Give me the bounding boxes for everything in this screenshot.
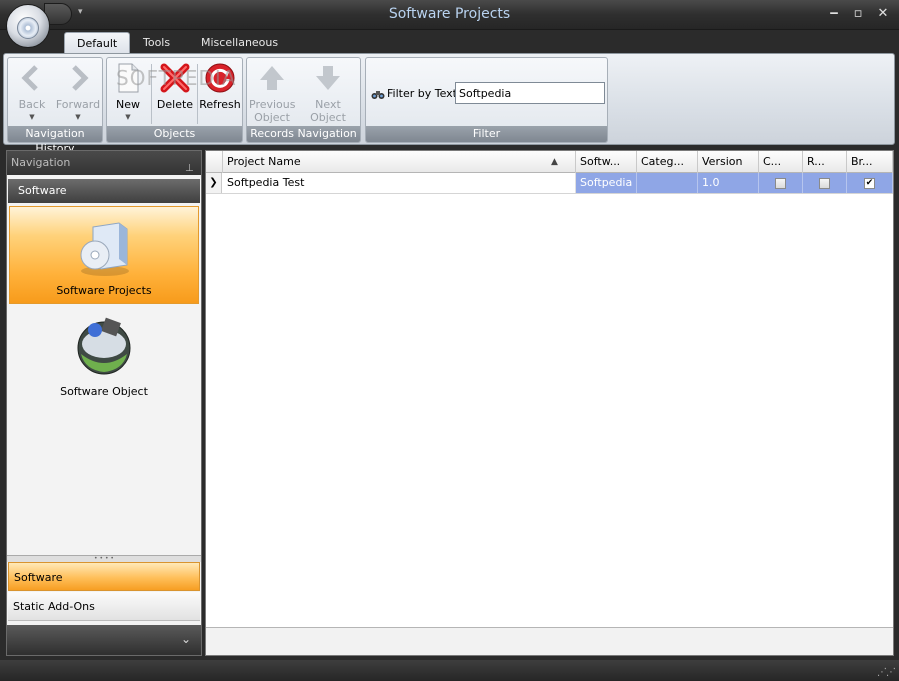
arrow-up-icon — [260, 66, 284, 90]
arrow-down-icon — [316, 66, 340, 90]
sort-ascending-icon: ▲ — [551, 157, 558, 167]
navigation-header-label: Navigation — [11, 156, 71, 169]
column-header-version[interactable]: Version — [698, 151, 759, 173]
application-menu-button[interactable] — [6, 4, 50, 48]
close-button[interactable]: ✕ — [874, 5, 892, 23]
group-filter: Filter by Text Filter — [365, 57, 608, 143]
group-caption: Navigation History — [8, 126, 102, 155]
pin-icon[interactable]: ⊥ — [185, 157, 195, 174]
cell-category[interactable] — [637, 173, 698, 193]
binoculars-icon — [371, 91, 385, 99]
data-grid: Project Name ▲ Softw... Categ... Version… — [205, 150, 894, 656]
column-header-software[interactable]: Softw... — [576, 151, 637, 173]
checkbox-r[interactable] — [819, 178, 830, 189]
delete-label: Delete — [156, 98, 194, 111]
dropdown-arrow-icon: ▼ — [75, 113, 81, 121]
nav-item-software-projects[interactable]: Software Projects — [9, 206, 199, 304]
refresh-label: Refresh — [199, 98, 241, 111]
dropdown-arrow-icon: ▼ — [29, 113, 35, 121]
chevron-down-icon[interactable]: ⌄ — [181, 632, 191, 646]
tab-miscellaneous[interactable]: Miscellaneous — [189, 32, 290, 54]
filter-text-input[interactable] — [455, 82, 605, 104]
window-title: Software Projects — [388, 6, 511, 22]
navigation-footer: ⌄ — [7, 625, 201, 655]
status-bar: ⋰⋰ — [0, 660, 899, 681]
cell-software[interactable]: Softpedia — [576, 173, 637, 193]
checkbox-br[interactable]: ✔ — [864, 178, 875, 189]
tab-tools[interactable]: Tools — [131, 32, 182, 54]
app-logo-icon — [17, 17, 39, 39]
column-header-project-name[interactable]: Project Name ▲ — [223, 151, 576, 173]
nav-bottom-group-static-add-ons[interactable]: Static Add-Ons — [8, 592, 200, 621]
nav-item-label: Software Projects — [56, 284, 152, 297]
current-row-icon: ❯ — [206, 173, 222, 193]
nav-bottom-group-software[interactable]: Software — [8, 562, 200, 591]
row-indicator-header — [206, 151, 223, 173]
ribbon: Back ▼ Forward ▼ Navigation History New … — [3, 53, 895, 155]
arrow-right-icon — [72, 65, 89, 91]
previous-object-button[interactable]: Previous Object — [249, 62, 296, 124]
maximize-button[interactable]: ▫ — [849, 5, 867, 23]
pane-splitter[interactable]: • • • • — [7, 555, 201, 562]
filter-label: Filter by Text — [387, 87, 457, 100]
group-caption: Objects — [107, 126, 242, 142]
resize-grip-icon[interactable]: ⋰⋰ — [877, 667, 896, 678]
grid-footer — [206, 627, 893, 655]
forward-button[interactable]: Forward ▼ — [54, 62, 102, 121]
minimize-button[interactable]: ‒ — [825, 5, 843, 23]
navigation-header: Navigation ⊥ — [7, 151, 201, 175]
back-button[interactable]: Back ▼ — [12, 62, 52, 121]
next-object-button[interactable]: Next Object — [297, 62, 359, 124]
arrow-left-icon — [21, 65, 38, 91]
column-header-category[interactable]: Categ... — [637, 151, 698, 173]
column-header-r[interactable]: R... — [803, 151, 847, 173]
group-caption: Filter — [366, 126, 607, 142]
software-box-icon — [80, 222, 129, 276]
forward-label: Forward — [55, 98, 101, 111]
dropdown-arrow-icon: ▼ — [125, 113, 131, 121]
cell-c[interactable] — [759, 173, 803, 193]
table-row[interactable]: ❯ Softpedia Test Softpedia 1.0 ✔ — [206, 173, 893, 194]
checkbox-c[interactable] — [775, 178, 786, 189]
cell-br[interactable]: ✔ — [847, 173, 893, 193]
new-label: New — [116, 98, 140, 111]
cell-r[interactable] — [803, 173, 847, 193]
column-header-br[interactable]: Br... — [847, 151, 893, 173]
nav-item-label: Software Object — [60, 385, 148, 398]
navigation-pane: Navigation ⊥ Software Software Projects … — [6, 150, 202, 656]
previous-label-line1: Previous — [249, 98, 296, 111]
watermark: SOFTPEDIA — [116, 66, 237, 90]
previous-label-line2: Object — [254, 111, 290, 124]
ribbon-tabs: Default Tools Miscellaneous — [0, 30, 899, 54]
group-caption: Records Navigation — [247, 126, 360, 142]
globe-object-icon — [77, 317, 131, 375]
group-navigation-history: Back ▼ Forward ▼ Navigation History — [7, 57, 103, 155]
column-header-c[interactable]: C... — [759, 151, 803, 173]
grid-header: Project Name ▲ Softw... Categ... Version… — [206, 151, 893, 173]
back-label: Back — [18, 98, 46, 111]
tab-default[interactable]: Default — [64, 32, 131, 54]
cell-project-name[interactable]: Softpedia Test — [223, 173, 576, 193]
nav-group-software[interactable]: Software — [8, 179, 200, 203]
column-header-label: Project Name — [227, 155, 301, 168]
next-object-label: Next Object — [310, 98, 346, 124]
group-records-navigation: Previous Object Next Object Records Navi… — [246, 57, 361, 143]
cell-version[interactable]: 1.0 — [698, 173, 759, 193]
nav-item-software-object[interactable]: Software Object — [9, 306, 199, 404]
title-bar: ▾ Software Projects ‒ ▫ ✕ — [0, 0, 899, 30]
